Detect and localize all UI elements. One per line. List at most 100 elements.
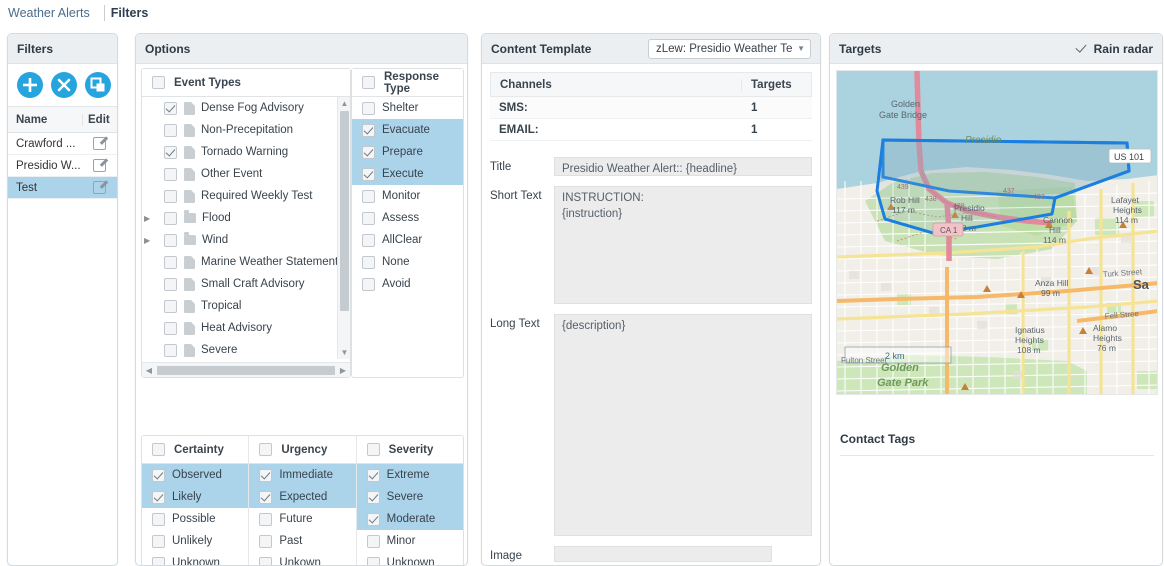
event-type-checkbox[interactable] <box>164 123 177 137</box>
certainty-item-checkbox[interactable] <box>152 490 165 504</box>
severity-item[interactable]: Minor <box>357 530 463 552</box>
response-type-item[interactable]: Shelter <box>352 97 463 119</box>
urgency-item-checkbox[interactable] <box>259 512 273 526</box>
targets-map[interactable]: 2 km Golden Gate Bridge Presidio Rob Hil… <box>836 70 1158 395</box>
certainty-item-checkbox[interactable] <box>152 512 165 526</box>
urgency-item[interactable]: Immediate <box>249 464 356 486</box>
response-type-item-checkbox[interactable] <box>362 167 375 181</box>
event-type-item[interactable]: Severe <box>142 339 349 359</box>
event-type-item[interactable]: ▶ Wind <box>142 229 349 251</box>
severity-item[interactable]: Moderate <box>356 508 463 530</box>
content-field-input[interactable] <box>554 546 772 562</box>
delete-filter-button[interactable] <box>51 72 77 98</box>
event-types-horizontal-scrollbar[interactable]: ◀ ▶ <box>142 362 350 377</box>
response-type-item[interactable]: Evacuate <box>352 119 463 141</box>
content-field-input[interactable]: INSTRUCTION: {instruction} <box>554 186 812 304</box>
event-type-item[interactable]: Small Craft Advisory <box>142 273 349 295</box>
horizontal-scroll-thumb[interactable] <box>157 365 335 375</box>
event-type-item[interactable]: Tropical <box>142 295 349 317</box>
severity-header-checkbox[interactable] <box>366 443 380 456</box>
edit-filter-icon[interactable] <box>82 137 117 150</box>
scroll-right-icon[interactable]: ▶ <box>336 366 350 375</box>
event-type-checkbox[interactable] <box>164 321 177 335</box>
certainty-item[interactable]: Unlikely <box>142 530 248 552</box>
event-types-header-checkbox[interactable] <box>152 76 165 89</box>
urgency-item-checkbox[interactable] <box>259 534 273 548</box>
severity-item-checkbox[interactable] <box>366 512 380 526</box>
scroll-left-icon[interactable]: ◀ <box>142 366 156 375</box>
filter-row[interactable]: Test <box>8 177 117 199</box>
event-type-checkbox[interactable] <box>164 343 177 357</box>
urgency-header[interactable]: Urgency <box>249 436 356 464</box>
breadcrumb-weather-alerts[interactable]: Weather Alerts <box>6 6 100 20</box>
response-type-item[interactable]: None <box>352 251 463 273</box>
response-type-item[interactable]: Monitor <box>352 185 463 207</box>
response-type-item-checkbox[interactable] <box>362 255 375 269</box>
event-type-item[interactable]: Tornado Warning <box>142 141 349 163</box>
event-types-header[interactable]: Event Types <box>142 69 350 97</box>
response-type-item-checkbox[interactable] <box>362 211 375 225</box>
content-field-input[interactable]: {description} <box>554 314 812 536</box>
event-type-checkbox[interactable] <box>164 211 177 225</box>
event-type-item[interactable]: Heat Advisory <box>142 317 349 339</box>
response-type-header-checkbox[interactable] <box>362 76 375 89</box>
urgency-item-checkbox[interactable] <box>259 556 273 565</box>
edit-filter-icon[interactable] <box>82 181 117 194</box>
breadcrumb-filters[interactable]: Filters <box>109 6 159 20</box>
add-filter-button[interactable] <box>17 72 43 98</box>
event-type-item[interactable]: Marine Weather Statement <box>142 251 349 273</box>
scroll-up-icon[interactable]: ▲ <box>338 97 351 110</box>
expand-chevron-icon[interactable]: ▶ <box>144 236 154 245</box>
severity-item[interactable]: Severe <box>356 486 463 508</box>
event-type-checkbox[interactable] <box>164 167 177 181</box>
response-type-item-checkbox[interactable] <box>362 145 375 159</box>
severity-item[interactable]: Unknown <box>357 552 463 565</box>
response-type-item[interactable]: Avoid <box>352 273 463 295</box>
event-type-checkbox[interactable] <box>164 101 177 115</box>
expand-chevron-icon[interactable]: ▶ <box>144 214 154 223</box>
response-type-header[interactable]: Response Type <box>352 69 463 97</box>
edit-filter-icon[interactable] <box>82 159 117 172</box>
response-type-item[interactable]: Prepare <box>352 141 463 163</box>
certainty-item-checkbox[interactable] <box>152 556 165 565</box>
response-type-item-checkbox[interactable] <box>362 123 375 137</box>
event-type-item[interactable]: Dense Fog Advisory <box>142 97 349 119</box>
event-type-checkbox[interactable] <box>164 189 177 203</box>
content-field-input[interactable]: Presidio Weather Alert:: {headline} <box>554 157 812 176</box>
event-type-item[interactable]: ▶ Flood <box>142 207 349 229</box>
vertical-scroll-thumb[interactable] <box>340 111 349 311</box>
response-type-item-checkbox[interactable] <box>362 189 375 203</box>
urgency-item[interactable]: Expected <box>249 486 356 508</box>
rain-radar-toggle[interactable]: Rain radar <box>1075 42 1153 56</box>
certainty-header[interactable]: Certainty <box>142 436 249 464</box>
severity-header[interactable]: Severity <box>356 436 463 464</box>
urgency-item-checkbox[interactable] <box>259 490 273 504</box>
response-type-item-checkbox[interactable] <box>362 277 375 291</box>
urgency-item-checkbox[interactable] <box>259 468 273 482</box>
certainty-item-checkbox[interactable] <box>152 468 165 482</box>
severity-item-checkbox[interactable] <box>366 556 380 565</box>
certainty-item[interactable]: Possible <box>142 508 248 530</box>
response-type-item[interactable]: AllClear <box>352 229 463 251</box>
copy-filter-button[interactable] <box>85 72 111 98</box>
event-type-checkbox[interactable] <box>164 299 177 313</box>
urgency-header-checkbox[interactable] <box>259 443 273 456</box>
filter-row[interactable]: Presidio W... <box>8 155 117 177</box>
certainty-item[interactable]: Likely <box>142 486 249 508</box>
certainty-item[interactable]: Observed <box>142 464 249 486</box>
event-type-item[interactable]: Required Weekly Test <box>142 185 349 207</box>
severity-item[interactable]: Extreme <box>356 464 463 486</box>
certainty-header-checkbox[interactable] <box>152 443 165 456</box>
template-select[interactable]: zLew: Presidio Weather Tem ▼ <box>648 38 811 59</box>
event-types-vertical-scrollbar[interactable]: ▲ ▼ <box>337 97 350 359</box>
event-type-item[interactable]: Non-Precepitation <box>142 119 349 141</box>
event-type-checkbox[interactable] <box>164 277 177 291</box>
response-type-item[interactable]: Execute <box>352 163 463 185</box>
event-type-checkbox[interactable] <box>164 233 177 247</box>
response-type-item-checkbox[interactable] <box>362 233 375 247</box>
scroll-down-icon[interactable]: ▼ <box>338 346 351 359</box>
event-type-checkbox[interactable] <box>164 255 177 269</box>
filter-row[interactable]: Crawford ... <box>8 133 117 155</box>
event-type-item[interactable]: Other Event <box>142 163 349 185</box>
response-type-item[interactable]: Assess <box>352 207 463 229</box>
